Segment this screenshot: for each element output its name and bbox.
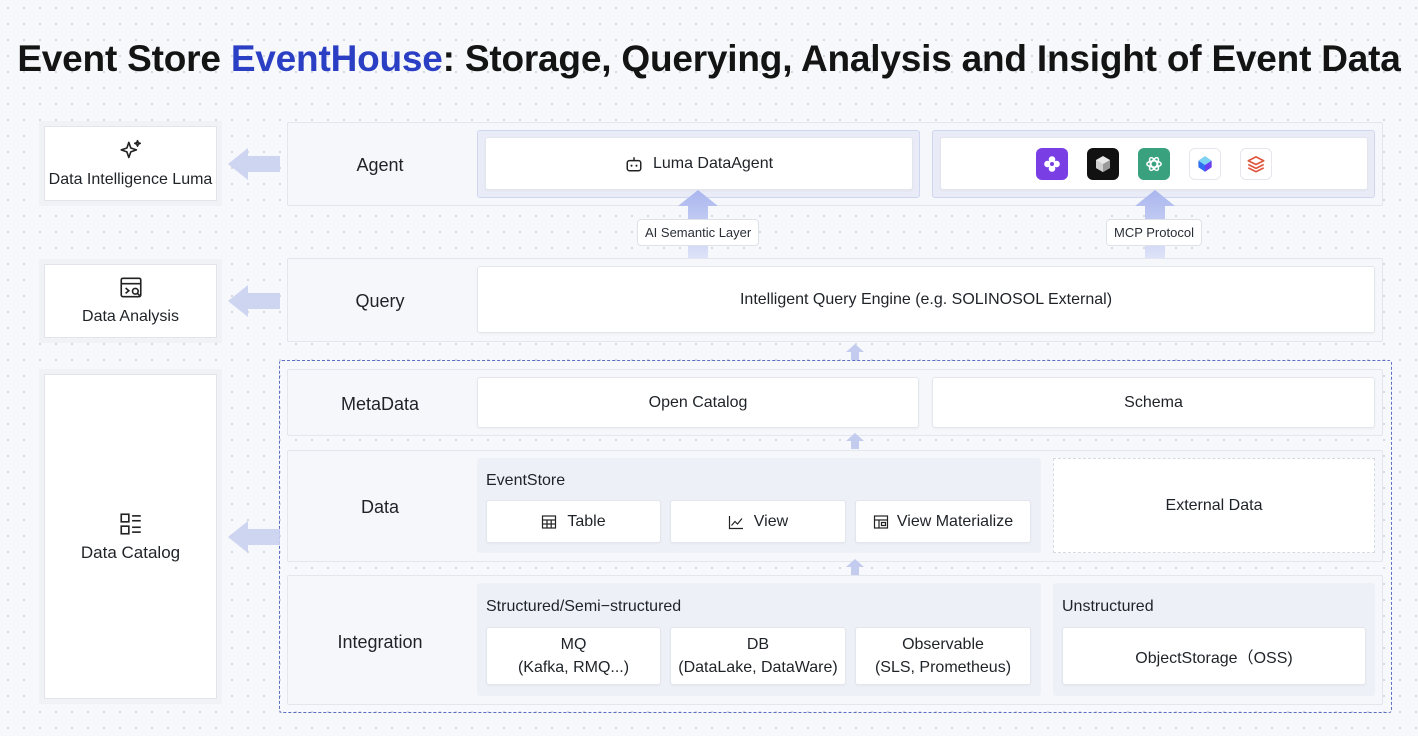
arrow-up-small-icon: [846, 344, 864, 360]
db-box[interactable]: DB (DataLake, DataWare): [670, 627, 846, 685]
title-suffix: : Storage, Querying, Analysis and Insigh…: [442, 38, 1401, 79]
card-label: Data Catalog: [80, 542, 181, 562]
view-materialize-box[interactable]: View Materialize: [855, 500, 1031, 543]
observable-title: Observable: [902, 636, 984, 653]
blue-gem-logo-icon[interactable]: [1189, 147, 1221, 180]
luma-dataagent-box[interactable]: Luma DataAgent: [485, 137, 913, 190]
title-brand: EventHouse: [230, 38, 443, 79]
black-cube-logo-icon[interactable]: [1087, 147, 1119, 180]
robot-icon: [626, 156, 642, 171]
card-data-intelligence-luma[interactable]: Data Intelligence Luma: [44, 126, 217, 201]
table-label: Table: [567, 512, 606, 530]
purple-flower-logo-icon[interactable]: [1036, 147, 1068, 180]
mq-detail: (Kafka, RMQ...): [517, 659, 630, 676]
object-storage-box[interactable]: ObjectStorage（OSS): [1062, 627, 1366, 685]
title-prefix: Event Store: [17, 38, 231, 79]
arrow-left-icon: [228, 285, 280, 317]
open-catalog-box[interactable]: Open Catalog: [477, 377, 919, 428]
tag-ai-semantic-layer: AI Semantic Layer: [637, 219, 760, 246]
red-stack-logo-icon[interactable]: [1240, 147, 1272, 180]
card-label: Data Analysis: [82, 308, 179, 325]
row-label-agent: Agent: [356, 155, 404, 175]
mq-title: MQ: [560, 636, 587, 653]
view-label: View: [753, 512, 789, 530]
green-openai-logo-icon[interactable]: [1138, 147, 1170, 180]
tag-mcp-protocol: MCP Protocol: [1106, 219, 1202, 246]
external-data-box[interactable]: External Data: [1053, 458, 1375, 553]
catalog-grid-icon: [119, 512, 141, 535]
mcp-tools-box: [940, 137, 1368, 190]
card-data-analysis[interactable]: Data Analysis: [44, 264, 217, 338]
arrow-up-small-icon: [846, 559, 864, 575]
mq-box[interactable]: MQ (Kafka, RMQ...): [486, 627, 661, 685]
page-title: Event Store EventHouse: Storage, Queryin…: [0, 38, 1418, 80]
db-detail: (DataLake, DataWare): [678, 659, 838, 676]
row-label-integration: Integration: [337, 632, 423, 652]
view-materialize-label: View Materialize: [896, 512, 1014, 530]
analysis-window-icon: [119, 277, 142, 298]
db-title: DB: [746, 636, 770, 653]
eventstore-title: EventStore: [486, 472, 566, 489]
query-engine-box[interactable]: Intelligent Query Engine (e.g. SOLINOSOL…: [477, 266, 1375, 333]
schema-box[interactable]: Schema: [932, 377, 1375, 428]
arrow-left-icon: [228, 148, 280, 180]
table-icon: [542, 514, 557, 529]
row-label-query: Query: [355, 291, 405, 311]
card-data-catalog[interactable]: Data Catalog: [44, 374, 217, 699]
structured-title: Structured/Semi−structured: [486, 598, 682, 615]
arrow-left-icon: [228, 521, 280, 553]
sparkle-icon: [119, 139, 141, 158]
luma-dataagent-label: Luma DataAgent: [652, 154, 774, 172]
line-chart-icon: [728, 515, 743, 529]
view-box[interactable]: View: [670, 500, 846, 543]
unstructured-title: Unstructured: [1062, 598, 1154, 615]
observable-detail: (SLS, Prometheus): [874, 659, 1012, 676]
observable-box[interactable]: Observable (SLS, Prometheus): [855, 627, 1031, 685]
materialize-table-icon: [873, 514, 888, 529]
arrow-up-small-icon: [846, 433, 864, 449]
row-label-metadata: MetaData: [340, 394, 420, 414]
table-box[interactable]: Table: [486, 500, 661, 543]
card-label: Data Intelligence Luma: [48, 170, 213, 188]
row-label-data: Data: [360, 497, 400, 517]
